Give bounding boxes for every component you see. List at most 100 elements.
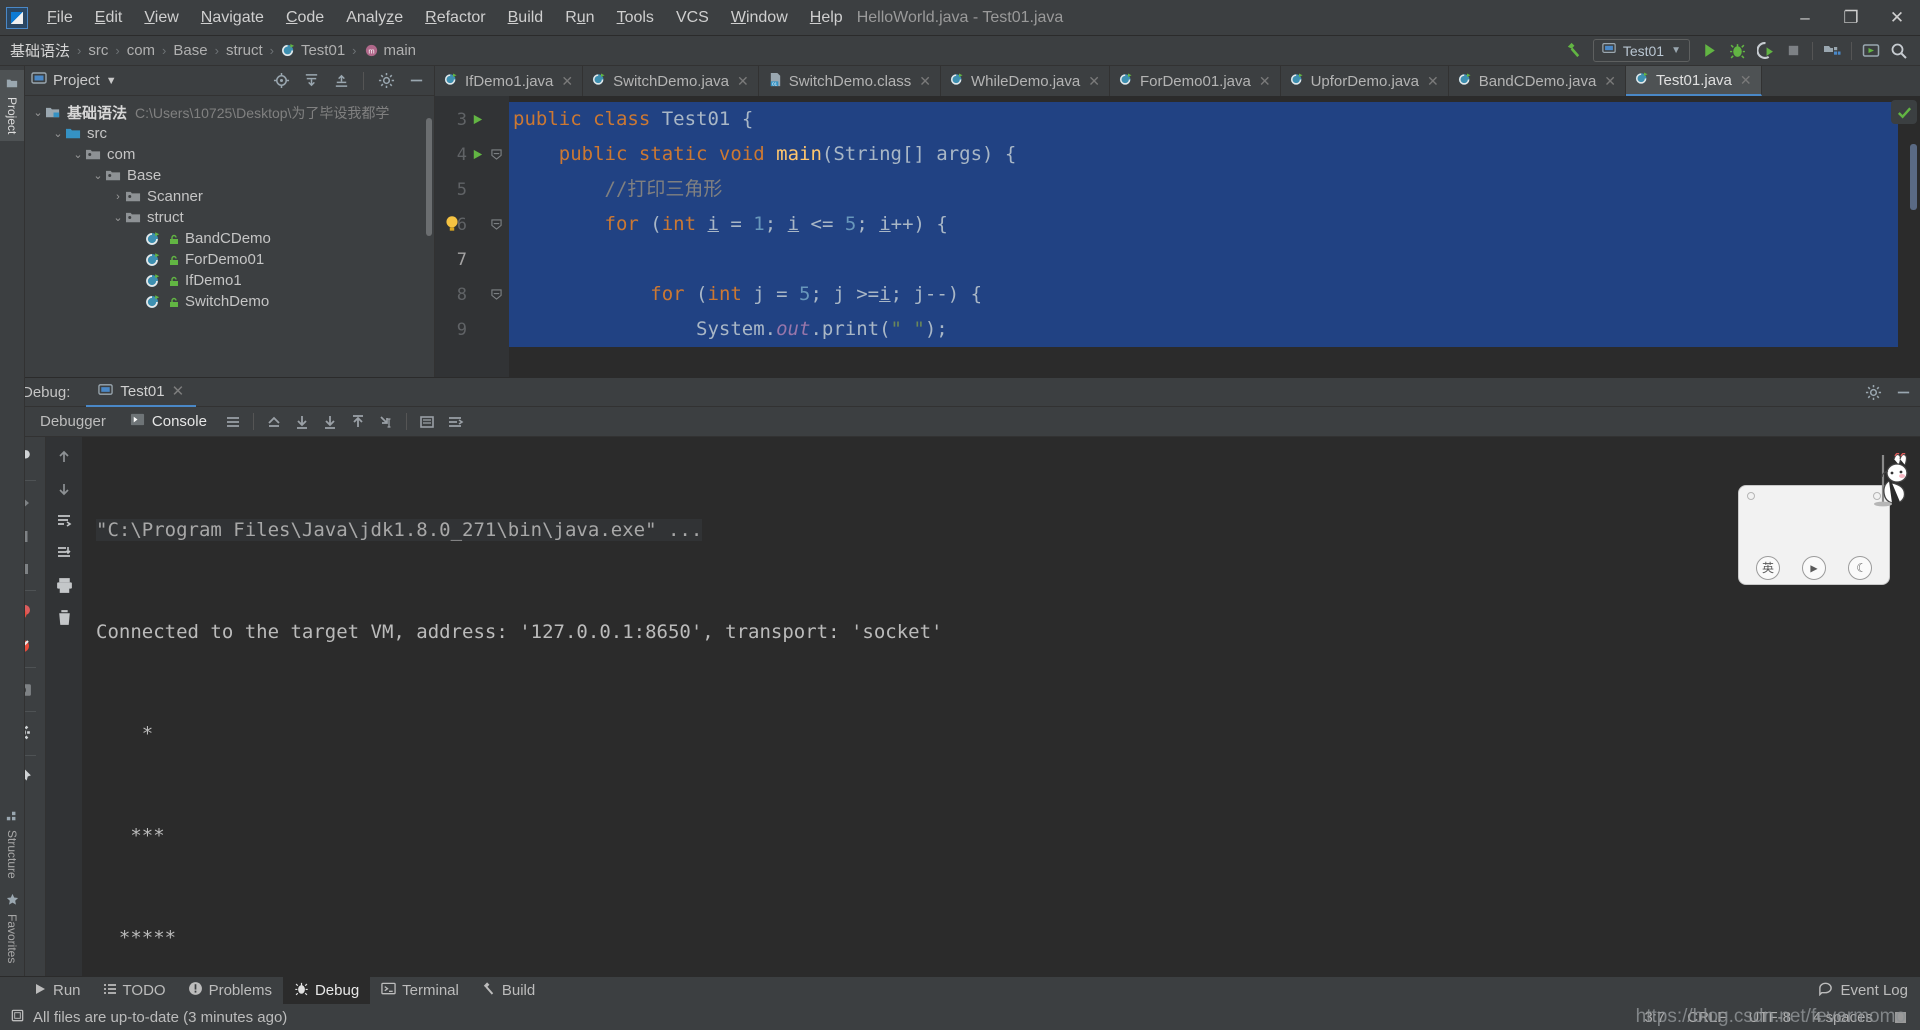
menu-edit[interactable]: Edit: [84, 4, 134, 32]
search-everywhere-icon[interactable]: [1886, 39, 1912, 63]
code-editor[interactable]: 3 4 5 6 7 8 9 public class Test01 {publ…: [435, 96, 1920, 377]
soft-wrap-icon[interactable]: [219, 410, 247, 434]
select-opened-file-icon[interactable]: [269, 70, 293, 92]
editor-tab-switchdemo-class[interactable]: 01 SwitchDemo.class ✕: [759, 66, 942, 96]
editor-tab-upfordemo[interactable]: UpforDemo.java ✕: [1281, 66, 1449, 96]
ime-language-button[interactable]: 英: [1756, 556, 1780, 580]
close-icon[interactable]: ✕: [1259, 73, 1271, 90]
bottom-item-build[interactable]: Build: [470, 977, 546, 1004]
ime-floating-widget[interactable]: 英 ▶ ☾: [1738, 452, 1908, 585]
menu-analyze[interactable]: Analyze: [335, 4, 414, 32]
maximize-button[interactable]: ❐: [1828, 0, 1874, 35]
scroll-to-end-icon[interactable]: [316, 410, 344, 434]
tree-node-module[interactable]: ⌄ 基础语法 C:\Users\10725\Desktop\为了毕设我都学: [25, 102, 434, 123]
file-encoding[interactable]: UTF-8: [1748, 1009, 1791, 1026]
editor-tab-test01[interactable]: Test01.java ✕: [1626, 66, 1762, 96]
fold-marker-collapse[interactable]: [487, 149, 505, 160]
editor-tab-fordemo01[interactable]: ForDemo01.java ✕: [1110, 66, 1281, 96]
tree-node-fordemo01[interactable]: ForDemo01: [25, 249, 434, 270]
tree-node-base[interactable]: ⌄ Base: [25, 165, 434, 186]
menu-run[interactable]: Run: [554, 4, 605, 32]
editor-scrollbar[interactable]: [1910, 144, 1917, 210]
menu-refactor[interactable]: Refactor: [414, 4, 496, 32]
bottom-item-problems[interactable]: Problems: [177, 977, 283, 1004]
run-configuration-selector[interactable]: Test01 ▼: [1592, 39, 1690, 62]
close-icon[interactable]: ✕: [737, 73, 749, 90]
ime-moon-button[interactable]: ☾: [1848, 556, 1872, 580]
line-separator[interactable]: CRLF: [1687, 1009, 1726, 1026]
wrap-text-icon[interactable]: [441, 410, 469, 434]
console-output[interactable]: "C:\Program Files\Java\jdk1.8.0_271\bin\…: [82, 437, 1920, 976]
project-tree[interactable]: ⌄ 基础语法 C:\Users\10725\Desktop\为了毕设我都学 ⌄ …: [25, 96, 434, 377]
minimize-button[interactable]: –: [1782, 0, 1828, 35]
sidebar-item-project[interactable]: Project: [0, 70, 24, 142]
print-icon[interactable]: [413, 410, 441, 434]
gear-icon[interactable]: [374, 70, 398, 92]
breadcrumb-item-main[interactable]: main: [384, 42, 417, 59]
stop-icon[interactable]: [1780, 39, 1806, 63]
bottom-item-todo[interactable]: TODO: [92, 977, 177, 1004]
hide-panel-icon[interactable]: [404, 70, 428, 92]
tree-node-ifdemo1[interactable]: IfDemo1: [25, 270, 434, 291]
soft-wrap-icon[interactable]: [50, 507, 78, 535]
tree-node-src[interactable]: ⌄ src: [25, 123, 434, 144]
menu-navigate[interactable]: Navigate: [190, 4, 275, 32]
bottom-item-debug[interactable]: Debug: [282, 977, 371, 1004]
intention-bulb-icon[interactable]: [443, 214, 461, 239]
tree-node-struct[interactable]: ⌄ struct: [25, 207, 434, 228]
menu-tools[interactable]: Tools: [606, 4, 665, 32]
breadcrumb-item-test01[interactable]: Test01: [301, 42, 345, 59]
breadcrumb-item-project[interactable]: 基础语法: [10, 40, 70, 61]
hammer-build-icon[interactable]: [1561, 39, 1587, 63]
menu-code[interactable]: Code: [275, 4, 335, 32]
chevron-down-icon[interactable]: ⌄: [111, 211, 125, 224]
tab-console[interactable]: Console: [118, 408, 219, 436]
project-tree-scrollbar[interactable]: [426, 118, 432, 236]
editor-tab-switchdemo-java[interactable]: SwitchDemo.java ✕: [583, 66, 759, 96]
scroll-down-icon[interactable]: [50, 475, 78, 503]
editor-gutter[interactable]: 3 4 5 6 7 8 9: [435, 96, 509, 377]
breadcrumb-item-com[interactable]: com: [127, 42, 155, 59]
close-icon[interactable]: ✕: [561, 73, 573, 90]
run-marker-icon[interactable]: [467, 148, 487, 161]
menu-view[interactable]: View: [133, 4, 189, 32]
menu-help[interactable]: Help: [799, 4, 854, 32]
scroll-to-end-icon[interactable]: [50, 539, 78, 567]
scroll-up-icon[interactable]: [50, 443, 78, 471]
sidebar-item-favorites[interactable]: Favorites: [0, 886, 24, 970]
expand-all-icon[interactable]: [299, 70, 323, 92]
fold-marker-collapse[interactable]: [487, 289, 505, 300]
read-only-toggle-icon[interactable]: [1895, 1011, 1906, 1023]
code-text-area[interactable]: public class Test01 { public static void…: [509, 96, 1898, 377]
inspection-ok-checkmark-icon[interactable]: [1891, 100, 1917, 124]
goto-cursor-icon[interactable]: [372, 410, 400, 434]
trash-icon[interactable]: [50, 603, 78, 631]
event-log-button[interactable]: Event Log: [1818, 981, 1920, 1000]
gear-icon[interactable]: [1860, 380, 1886, 404]
chevron-down-icon[interactable]: ▼: [106, 75, 117, 87]
breadcrumb-item-struct[interactable]: struct: [226, 42, 263, 59]
debug-session-tab[interactable]: Test01 ✕: [86, 378, 197, 407]
close-icon[interactable]: ✕: [1604, 73, 1616, 90]
close-icon[interactable]: ✕: [172, 382, 185, 400]
editor-tab-ifdemo1[interactable]: IfDemo1.java ✕: [435, 66, 584, 96]
print-icon[interactable]: [50, 571, 78, 599]
run-with-coverage-icon[interactable]: [1752, 39, 1778, 63]
tab-debugger[interactable]: Debugger: [28, 408, 118, 436]
tree-node-bandcdemo[interactable]: BandCDemo: [25, 228, 434, 249]
menu-vcs[interactable]: VCS: [665, 4, 720, 32]
debug-icon[interactable]: [1724, 39, 1750, 63]
ime-play-button[interactable]: ▶: [1802, 556, 1826, 580]
menu-window[interactable]: Window: [720, 4, 799, 32]
menu-build[interactable]: Build: [497, 4, 555, 32]
editor-tab-bandcdemo[interactable]: BandCDemo.java ✕: [1449, 66, 1627, 96]
chevron-down-icon[interactable]: ⌄: [91, 169, 105, 182]
bottom-item-terminal[interactable]: Terminal: [370, 977, 470, 1004]
editor-right-gutter[interactable]: [1891, 96, 1920, 377]
menu-file[interactable]: File: [36, 4, 84, 32]
tree-node-com[interactable]: ⌄ com: [25, 144, 434, 165]
indent-setting[interactable]: 4 spaces: [1813, 1009, 1873, 1026]
chevron-down-icon[interactable]: ⌄: [71, 148, 85, 161]
project-structure-icon[interactable]: [1819, 39, 1845, 63]
sidebar-item-structure[interactable]: Structure: [0, 803, 24, 886]
